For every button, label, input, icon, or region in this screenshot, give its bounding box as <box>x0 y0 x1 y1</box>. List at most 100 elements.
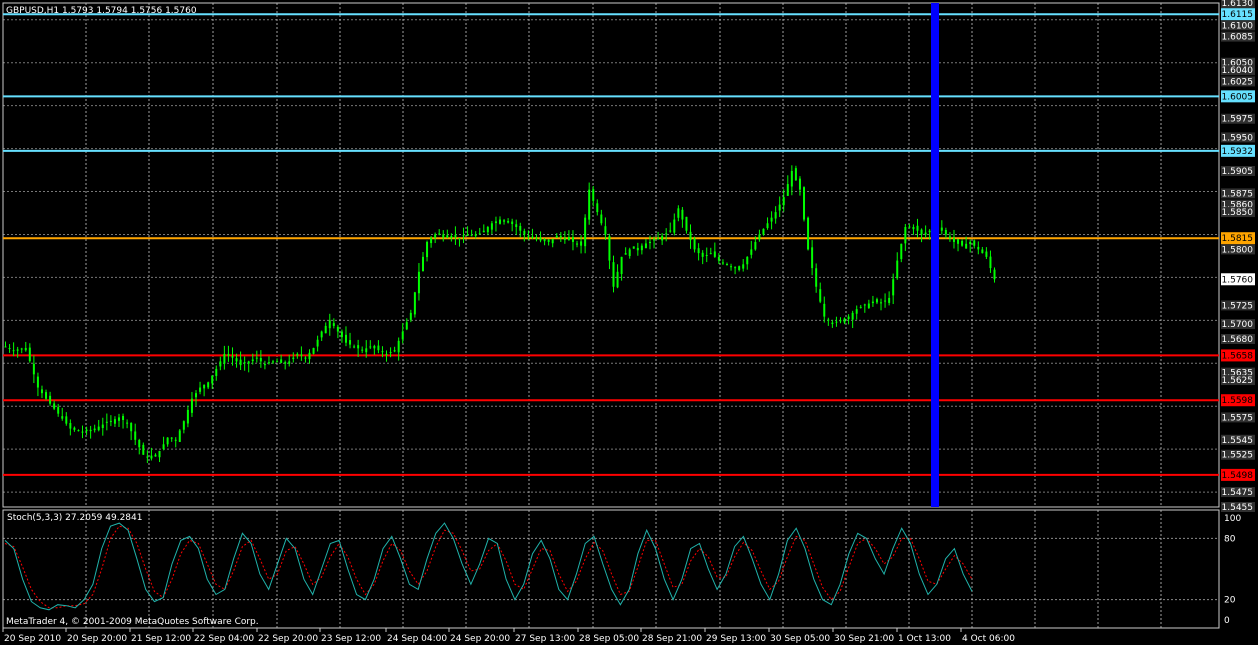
candle-body <box>839 320 842 322</box>
candle-body <box>819 289 822 302</box>
time-label: 30 Sep 05:00 <box>770 634 830 644</box>
candle-body <box>353 346 356 348</box>
candle-body <box>280 359 283 363</box>
candle-body <box>255 357 258 359</box>
price-tick-label: 1.5475 <box>1222 488 1254 498</box>
candle-body <box>377 345 380 351</box>
candle-body <box>117 417 120 421</box>
candle-body <box>458 238 461 240</box>
candle-body <box>648 241 651 244</box>
candle-body <box>397 340 400 353</box>
price-tick-label: 1.5575 <box>1222 413 1254 423</box>
candle-body <box>770 217 773 222</box>
candle-body <box>389 352 392 354</box>
candle-body <box>588 189 591 220</box>
stoch-tick-label: 80 <box>1224 534 1236 544</box>
candle-body <box>421 256 424 272</box>
candle-body <box>600 214 603 224</box>
candle-body <box>478 233 481 235</box>
candle-body <box>596 203 599 213</box>
candle-body <box>555 235 558 238</box>
candle-body <box>340 331 343 338</box>
candle-body <box>170 437 173 439</box>
candle-body <box>551 238 554 244</box>
candle-body <box>563 238 566 240</box>
price-tick-label: 1.5950 <box>1222 133 1254 143</box>
candle-body <box>608 235 611 261</box>
price-tick-label: 1.5975 <box>1222 115 1254 125</box>
candle-body <box>912 227 915 230</box>
candle-body <box>701 252 704 257</box>
candle-body <box>798 178 801 190</box>
candle-body <box>49 395 52 404</box>
candle-body <box>709 253 712 255</box>
candle-body <box>940 227 943 231</box>
candle-body <box>417 271 420 294</box>
price-tick-label: 1.6100 <box>1222 21 1254 31</box>
candle-body <box>89 429 92 432</box>
candle-body <box>308 352 311 360</box>
candle-body <box>267 362 270 364</box>
candle-body <box>203 384 206 389</box>
candle-body <box>486 227 489 233</box>
candle-body <box>571 237 574 242</box>
candle-body <box>924 232 927 235</box>
time-label: 29 Sep 13:00 <box>706 634 766 644</box>
candle-body <box>190 398 193 413</box>
level-label: 1.6115 <box>1222 10 1254 20</box>
candle-body <box>916 225 919 231</box>
candle-body <box>373 345 376 349</box>
candle-body <box>624 253 627 255</box>
candle-body <box>547 239 550 242</box>
candle-body <box>985 251 988 257</box>
stoch-tick-label: 100 <box>1224 514 1241 524</box>
candle-body <box>803 187 806 220</box>
candle-body <box>827 319 830 321</box>
candle-body <box>105 421 108 423</box>
candle-body <box>438 233 441 235</box>
candle-body <box>944 230 947 235</box>
candle-body <box>730 266 733 268</box>
candle-body <box>734 267 737 269</box>
candle-body <box>178 430 181 442</box>
candle-body <box>357 345 360 349</box>
candle-body <box>401 331 404 340</box>
candle-body <box>892 279 895 296</box>
trading-chart[interactable]: 1.6115 1.6005 1.5932 1.5815 1.5658 1.5598 1.54… <box>0 0 1258 645</box>
candle-body <box>162 444 165 450</box>
candle-body <box>758 234 761 240</box>
candle-body <box>811 247 814 269</box>
candle-body <box>815 268 818 287</box>
candle-body <box>336 326 339 332</box>
candle-body <box>474 234 477 236</box>
candle-body <box>219 361 222 367</box>
candle-body <box>470 235 473 237</box>
candle-body <box>973 240 976 246</box>
candle-body <box>515 224 518 227</box>
candle-body <box>519 225 522 231</box>
time-label: 22 Sep 04:00 <box>194 634 254 644</box>
candle-body <box>843 318 846 323</box>
candle-body <box>981 249 984 254</box>
candle-body <box>101 424 104 428</box>
candle-body <box>316 339 319 347</box>
candle-body <box>292 357 295 359</box>
candle-body <box>288 361 291 364</box>
candle-body <box>385 353 388 355</box>
candle-body <box>28 347 31 362</box>
candle-body <box>863 304 866 306</box>
candle-body <box>851 312 854 320</box>
candle-body <box>405 322 408 330</box>
candle-body <box>93 428 96 431</box>
price-tick-label: 1.6130 <box>1222 0 1254 9</box>
candle-body <box>182 421 185 430</box>
price-tick-label: 1.5725 <box>1222 301 1254 311</box>
candle-body <box>227 353 230 356</box>
price-tick-label: 1.5455 <box>1222 503 1254 513</box>
time-label: 20 Sep 20:00 <box>67 634 127 644</box>
time-label: 24 Sep 20:00 <box>450 634 510 644</box>
candle-body <box>174 439 177 441</box>
candle-body <box>713 251 716 257</box>
candle-body <box>361 349 364 351</box>
price-tick-label: 1.5525 <box>1222 451 1254 461</box>
